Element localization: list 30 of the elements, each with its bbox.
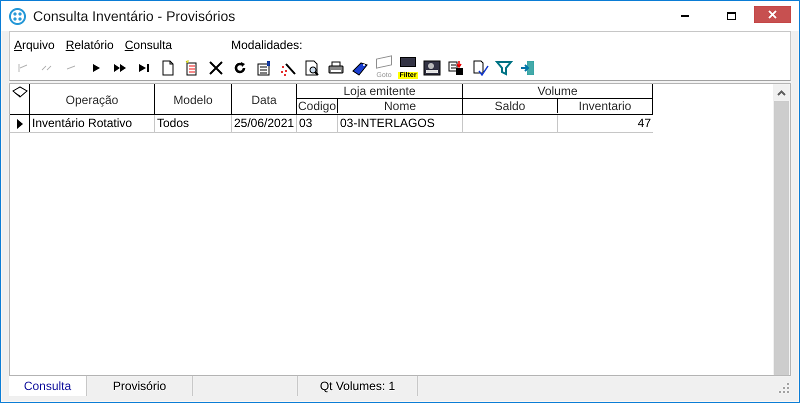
app-logo-icon <box>9 8 26 24</box>
column-header: Data <box>232 84 297 114</box>
volume-count: Qt Volumes: 1 <box>298 376 418 396</box>
modalidades-label: Modalidades: <box>231 37 302 54</box>
table-cell: Todos <box>155 115 232 132</box>
table-cell: 03-INTERLAGOS <box>338 115 463 132</box>
column-group-header: Volume <box>463 84 652 99</box>
column-header: Saldo <box>463 99 558 113</box>
column-group-header: Loja emitente <box>297 84 462 99</box>
close-button[interactable] <box>754 6 791 23</box>
column-header: Operação <box>30 84 155 114</box>
scroll-up-icon[interactable] <box>777 90 786 96</box>
menu-item[interactable]: Arquivo <box>14 36 55 54</box>
menu-item[interactable]: Relatório <box>66 36 114 54</box>
vertical-scrollbar[interactable] <box>773 84 790 375</box>
status-tab[interactable]: Consulta <box>9 376 87 396</box>
column-header: Inventario <box>578 99 632 113</box>
table-cell: 25/06/2021 <box>232 115 297 132</box>
column-header: Nome <box>382 99 417 113</box>
table-cell: 03 <box>297 115 338 132</box>
table-cell: Inventário Rotativo <box>30 115 155 132</box>
window-title: Consulta Inventário - Provisórios <box>33 6 236 26</box>
column-header: Codigo <box>297 99 338 113</box>
table-cell-text: 47 <box>636 115 652 132</box>
column-header: Modelo <box>155 84 232 114</box>
resize-grip-icon <box>779 383 789 393</box>
menu-item[interactable]: Consulta <box>124 36 172 54</box>
status-tab[interactable]: Provisório <box>87 376 193 396</box>
scroll-thumb[interactable] <box>774 101 789 375</box>
close-icon <box>768 10 777 19</box>
